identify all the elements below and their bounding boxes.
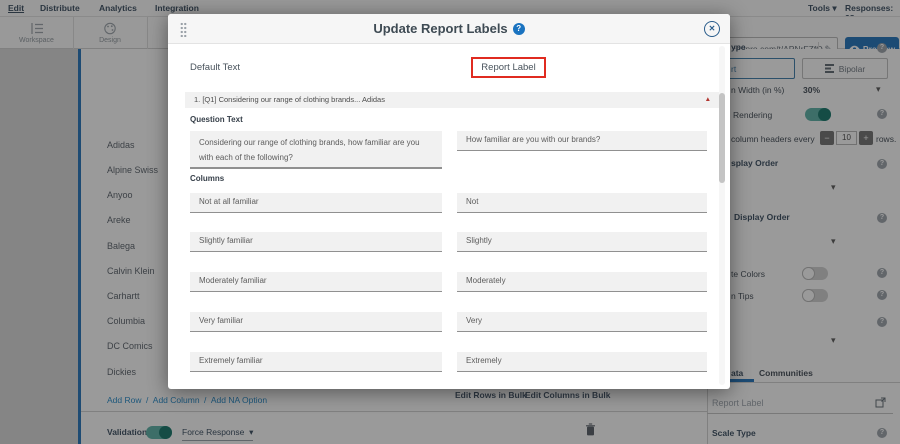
help-icon[interactable]: ? (513, 23, 525, 35)
column-default-input[interactable]: Slightly familiar (190, 232, 442, 252)
column-default-input[interactable]: Not at all familiar (190, 193, 442, 213)
column-default-input[interactable]: Very familiar (190, 312, 442, 332)
collapse-arrow-icon[interactable]: ▲ (705, 96, 711, 104)
question-report-textarea[interactable]: How familiar are you with our brands? (457, 131, 707, 151)
column-default-input[interactable]: Extremely familiar (190, 352, 442, 372)
column-report-input[interactable]: Not (457, 193, 707, 213)
column-report-input[interactable]: Extremely (457, 352, 707, 372)
drag-handle-icon[interactable] (180, 22, 187, 37)
column-default-input[interactable]: Moderately familiar (190, 272, 442, 292)
close-icon[interactable]: ✕ (704, 21, 720, 37)
update-report-labels-modal: Update Report Labels ? ✕ Default Text Re… (168, 14, 730, 389)
column-report-input[interactable]: Very (457, 312, 707, 332)
column-report-input[interactable]: Moderately (457, 272, 707, 292)
modal-header: Update Report Labels ? ✕ (168, 14, 730, 44)
report-label-highlight-box: Report Label (471, 57, 546, 78)
question-accordion-title: 1. [Q1] Considering our range of clothin… (194, 95, 385, 104)
question-accordion-header[interactable]: 1. [Q1] Considering our range of clothin… (185, 92, 719, 108)
question-default-textarea[interactable]: Considering our range of clothing brands… (190, 131, 442, 169)
modal-scrollbar-thumb[interactable] (719, 93, 725, 183)
columns-section-label: Columns (190, 174, 224, 183)
questionpro-edit-screen: Edit Distribute Analytics Integration To… (0, 0, 900, 444)
default-text-column-header: Default Text (190, 62, 240, 73)
column-report-input[interactable]: Slightly (457, 232, 707, 252)
modal-title: Update Report Labels (373, 21, 507, 36)
question-text-section-label: Question Text (190, 115, 243, 124)
report-label-column-header: Report Label (481, 62, 535, 73)
